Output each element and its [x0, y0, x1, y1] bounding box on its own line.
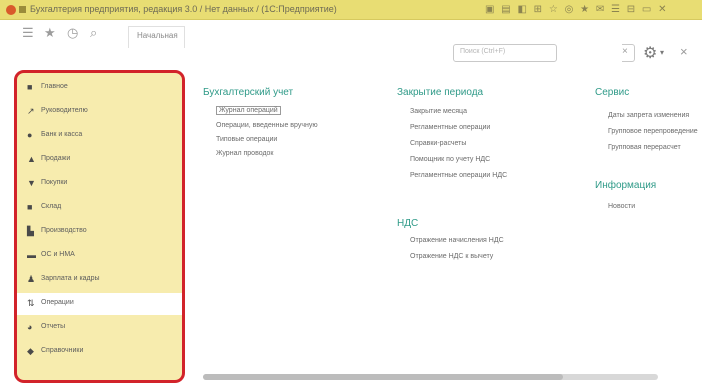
tab-home-label: Начальная	[137, 31, 178, 40]
sidebar-item-operations[interactable]: ⇅ Операции	[17, 293, 182, 315]
history-icon[interactable]: ◷	[67, 26, 78, 40]
link-vat-assistant[interactable]: Помощник по учету НДС	[410, 156, 490, 163]
link-postings-journal[interactable]: Журнал проводок	[216, 150, 273, 157]
reports-icon: ◕	[27, 322, 33, 332]
sidebar-item-salary[interactable]: ♟ Зарплата и кадры	[17, 269, 182, 291]
sidebar-item-label: Продажи	[41, 155, 71, 162]
sidebar-item-label: Зарплата и кадры	[41, 275, 100, 282]
sales-icon: ▲	[27, 154, 36, 164]
sidebar-item-purchases[interactable]: ▼ Покупки	[17, 173, 182, 195]
link-group-reposting[interactable]: Групповое перепроведение	[608, 128, 698, 135]
title-bar: Бухгалтерия предприятия, редакция 3.0 / …	[0, 0, 702, 20]
section-heading-accounting: Бухгалтерский учет	[203, 87, 294, 98]
link-group-recalculation[interactable]: Групповая перерасчет	[608, 144, 681, 151]
chevron-down-icon[interactable]: ▾	[660, 48, 664, 57]
sidebar-item-label: Главное	[41, 83, 68, 90]
search-placeholder: Поиск (Ctrl+F)	[460, 48, 506, 55]
assets-icon: ▬	[27, 250, 36, 260]
link-routine-operations[interactable]: Регламентные операции	[410, 124, 490, 131]
settings-gear-icon[interactable]: ⚙	[643, 43, 657, 63]
scrollbar-thumb[interactable]	[203, 374, 563, 380]
cart-icon: ▼	[27, 178, 36, 188]
factory-icon: ▙	[27, 226, 34, 236]
book-icon: ◆	[27, 346, 34, 356]
window-title: Бухгалтерия предприятия, редакция 3.0 / …	[30, 4, 337, 14]
sidebar-item-director[interactable]: ↗ Руководителю	[17, 101, 182, 123]
people-icon: ♟	[27, 274, 36, 284]
sidebar-item-main[interactable]: ■ Главное	[17, 77, 182, 99]
sidebar-item-bank[interactable]: ● Банк и касса	[17, 125, 182, 147]
link-vat-deduction[interactable]: Отражение НДС к вычету	[410, 253, 493, 260]
top-toolbar	[0, 24, 702, 62]
sidebar-item-label: Операции	[41, 299, 74, 306]
section-heading-vat: НДС	[397, 218, 419, 229]
titlebar-tools-icon[interactable]: ▣ ▤ ◧ ⊞ ☆ ◎ ★ ✉ ☰ ⊟ ▭ ✕	[485, 4, 669, 15]
link-manual-operations[interactable]: Операции, введенные вручную	[216, 122, 318, 129]
bank-icon: ●	[27, 130, 33, 140]
sidebar-item-reports[interactable]: ◕ Отчеты	[17, 317, 182, 339]
home-icon: ■	[27, 82, 33, 92]
link-operations-journal[interactable]: Журнал операций	[216, 106, 281, 115]
sidebar-item-label: Покупки	[41, 179, 68, 186]
sidebar-item-label: Отчеты	[41, 323, 66, 330]
sidebar-item-label: Склад	[41, 203, 62, 210]
chart-icon: ↗	[27, 106, 35, 116]
link-news[interactable]: Новости	[608, 203, 635, 210]
warehouse-icon: ■	[27, 202, 33, 212]
section-heading-service: Сервис	[595, 87, 630, 98]
sidebar-item-label: Справочники	[41, 347, 84, 354]
sections-sidebar: ■ Главное ↗ Руководителю ● Банк и касса …	[14, 70, 185, 383]
window-menu-icon[interactable]	[19, 6, 26, 13]
sidebar-item-production[interactable]: ▙ Производство	[17, 221, 182, 243]
sidebar-item-sales[interactable]: ▲ Продажи	[17, 149, 182, 171]
link-vat-routine-operations[interactable]: Регламентные операции НДС	[410, 172, 507, 179]
link-calculation-certificates[interactable]: Справки-расчеты	[410, 140, 466, 147]
horizontal-scrollbar[interactable]	[203, 374, 658, 380]
sidebar-item-label: Руководителю	[41, 107, 88, 114]
sections-menu-icon[interactable]: ☰	[22, 26, 34, 40]
search-clear-icon[interactable]: ×	[622, 46, 628, 57]
sidebar-item-label: ОС и НМА	[41, 251, 75, 258]
link-typical-operations[interactable]: Типовые операции	[216, 136, 277, 143]
operations-icon: ⇅	[27, 298, 35, 308]
search-icon[interactable]: ⌕	[90, 26, 97, 40]
sidebar-item-label: Банк и касса	[41, 131, 83, 138]
favorites-icon[interactable]: ★	[44, 26, 56, 40]
search-input[interactable]: Поиск (Ctrl+F)	[453, 44, 557, 62]
link-month-closing[interactable]: Закрытие месяца	[410, 108, 467, 115]
sidebar-item-assets[interactable]: ▬ ОС и НМА	[17, 245, 182, 267]
sidebar-item-label: Производство	[41, 227, 87, 234]
close-icon[interactable]: ×	[680, 44, 688, 59]
sidebar-item-warehouse[interactable]: ■ Склад	[17, 197, 182, 219]
section-heading-information: Информация	[595, 180, 657, 191]
link-change-prohibition-dates[interactable]: Даты запрета изменения	[608, 112, 689, 119]
app-logo-icon[interactable]	[6, 5, 16, 15]
link-vat-accrual[interactable]: Отражение начисления НДС	[410, 237, 504, 244]
sidebar-item-references[interactable]: ◆ Справочники	[17, 341, 182, 363]
section-heading-period-closing: Закрытие периода	[397, 87, 484, 98]
app-window: Бухгалтерия предприятия, редакция 3.0 / …	[0, 0, 702, 390]
